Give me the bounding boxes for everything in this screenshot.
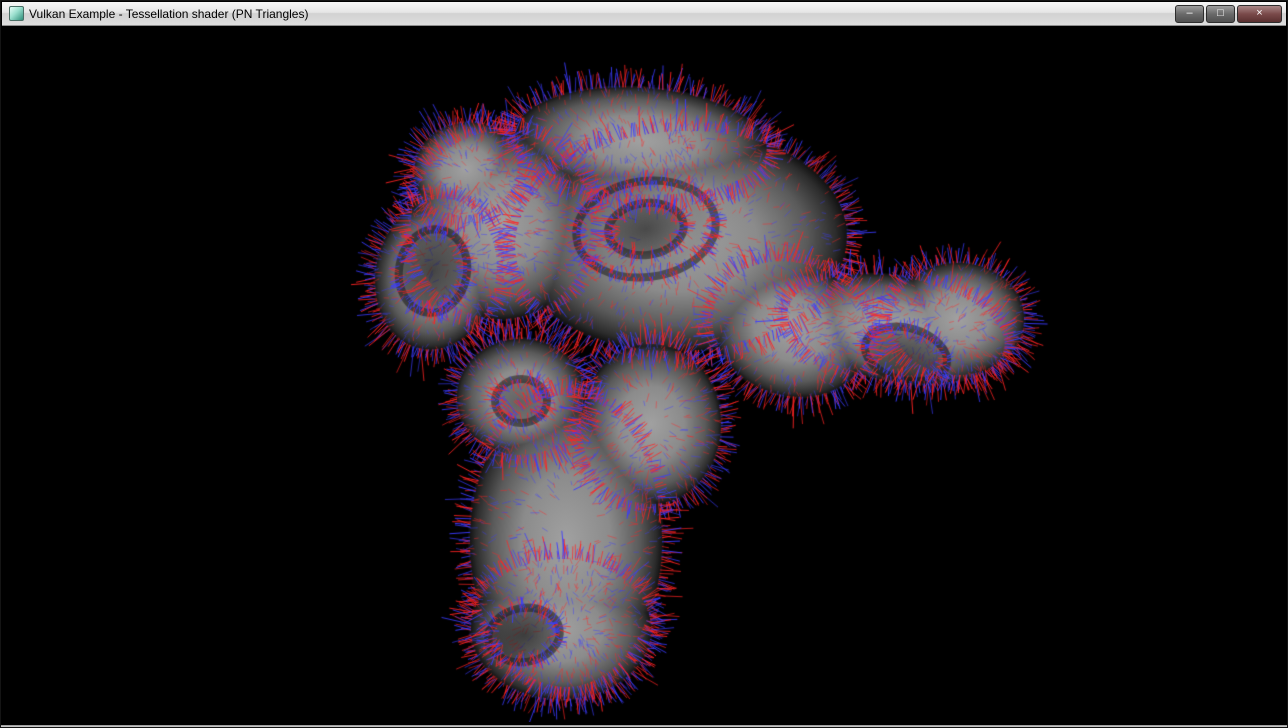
minimize-icon: – xyxy=(1176,5,1203,21)
window-controls: – □ × xyxy=(1175,5,1282,23)
app-icon xyxy=(9,6,24,21)
window-title: Vulkan Example - Tessellation shader (PN… xyxy=(29,7,308,21)
maximize-button[interactable]: □ xyxy=(1206,5,1235,23)
close-button[interactable]: × xyxy=(1237,5,1282,23)
render-viewport[interactable] xyxy=(8,29,1282,722)
app-window: Vulkan Example - Tessellation shader (PN… xyxy=(0,0,1288,728)
titlebar[interactable]: Vulkan Example - Tessellation shader (PN… xyxy=(2,2,1286,26)
close-icon: × xyxy=(1238,5,1281,21)
maximize-icon: □ xyxy=(1207,5,1234,21)
minimize-button[interactable]: – xyxy=(1175,5,1204,23)
